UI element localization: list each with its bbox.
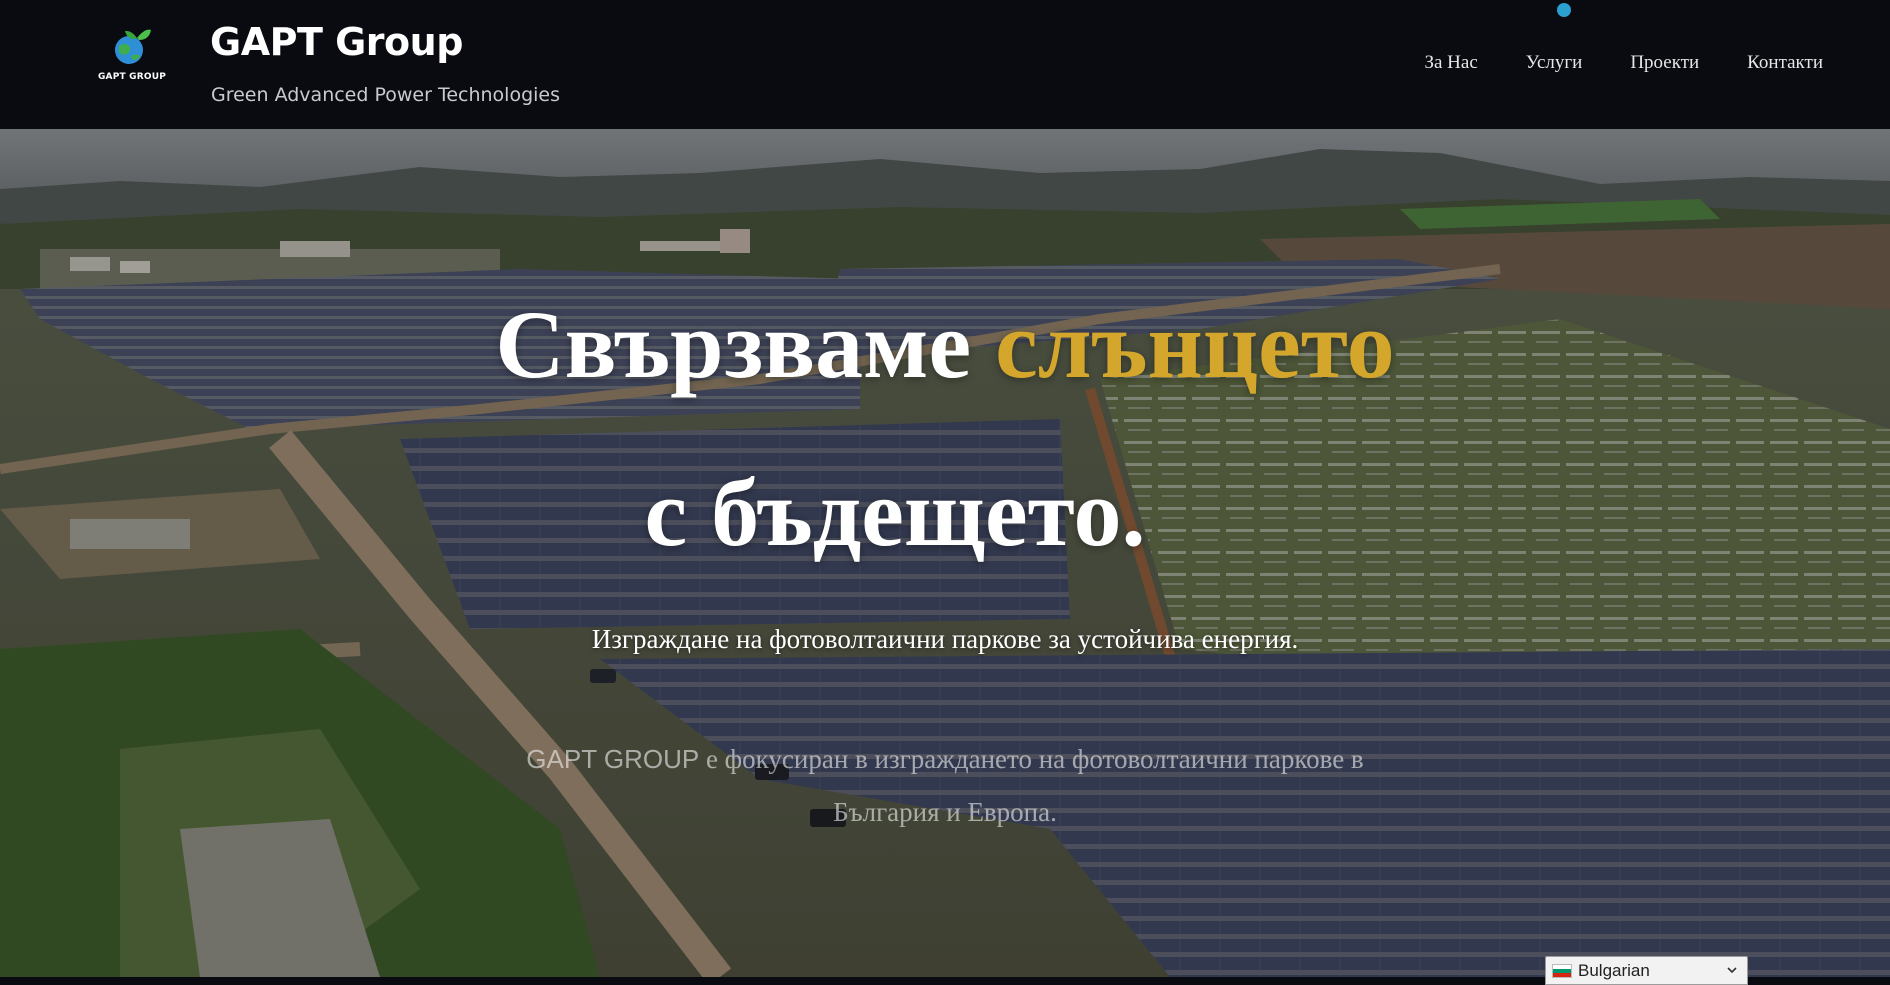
headline-accent-word: слънцето: [995, 291, 1395, 398]
description-text: е фокусиран в изграждането на фотоволтаи…: [699, 744, 1364, 827]
hero-section: Свързваме слънцето с бъдещето. Изграждан…: [0, 129, 1890, 977]
language-select-value: Bulgarian: [1578, 960, 1650, 980]
main-nav: За Нас Услуги Проекти Контакти: [1424, 52, 1823, 74]
bulgaria-flag-icon: [1552, 963, 1572, 978]
hero-headline-line2: с бъдещето.: [644, 459, 1146, 566]
globe-leaf-icon: [115, 29, 151, 64]
nav-link-services[interactable]: Услуги: [1526, 52, 1583, 74]
description-brand-name: GAPT GROUP: [526, 744, 700, 774]
hero-subheadline: Изграждане на фотоволтаични паркове за у…: [591, 624, 1299, 654]
nav-link-projects[interactable]: Проекти: [1630, 52, 1699, 74]
logo-caption: GAPT GROUP: [97, 72, 167, 82]
site-tagline: Green Advanced Power Technologies: [211, 84, 561, 106]
site-header: GAPT GROUP GAPT Group Green Advanced Pow…: [0, 0, 1890, 129]
nav-link-about[interactable]: За Нас: [1424, 52, 1477, 74]
hero-headline-line1: Свързваме слънцето: [0, 297, 1890, 393]
indicator-dot: [1557, 3, 1571, 17]
site-title[interactable]: GAPT Group: [210, 20, 463, 64]
chevron-down-icon: [1727, 967, 1737, 974]
site-logo[interactable]: GAPT GROUP: [96, 26, 168, 90]
headline-word: Свързваме: [495, 291, 972, 398]
nav-link-contacts[interactable]: Контакти: [1747, 52, 1823, 74]
language-select[interactable]: Bulgarian: [1545, 956, 1748, 985]
hero-description: GAPT GROUP е фокусиран в изграждането на…: [470, 733, 1420, 839]
